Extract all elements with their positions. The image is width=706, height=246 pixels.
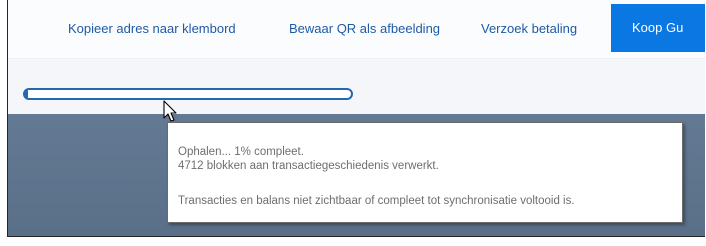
sync-tooltip: Ophalen... 1% compleet. 4712 blokken aan…	[167, 122, 683, 223]
tooltip-progress-text: Ophalen... 1% compleet.	[178, 146, 304, 158]
sync-progress-area	[8, 59, 705, 114]
arrow-cursor-icon	[163, 100, 177, 122]
sync-progress-bar[interactable]	[23, 88, 353, 100]
request-payment-link[interactable]: Verzoek betaling	[481, 21, 577, 36]
receive-toolbar: Kopieer adres naar klembord Bewaar QR al…	[8, 0, 705, 59]
tooltip-warning-text: Transacties en balans niet zichtbaar of …	[178, 195, 575, 207]
sync-progress-fill	[25, 90, 29, 98]
tooltip-blocks-text: 4712 blokken aan transactiegeschiedenis …	[178, 160, 439, 172]
buy-button[interactable]: Koop Gu	[611, 4, 705, 52]
copy-address-link[interactable]: Kopieer adres naar klembord	[68, 21, 236, 36]
save-qr-link[interactable]: Bewaar QR als afbeelding	[289, 21, 440, 36]
